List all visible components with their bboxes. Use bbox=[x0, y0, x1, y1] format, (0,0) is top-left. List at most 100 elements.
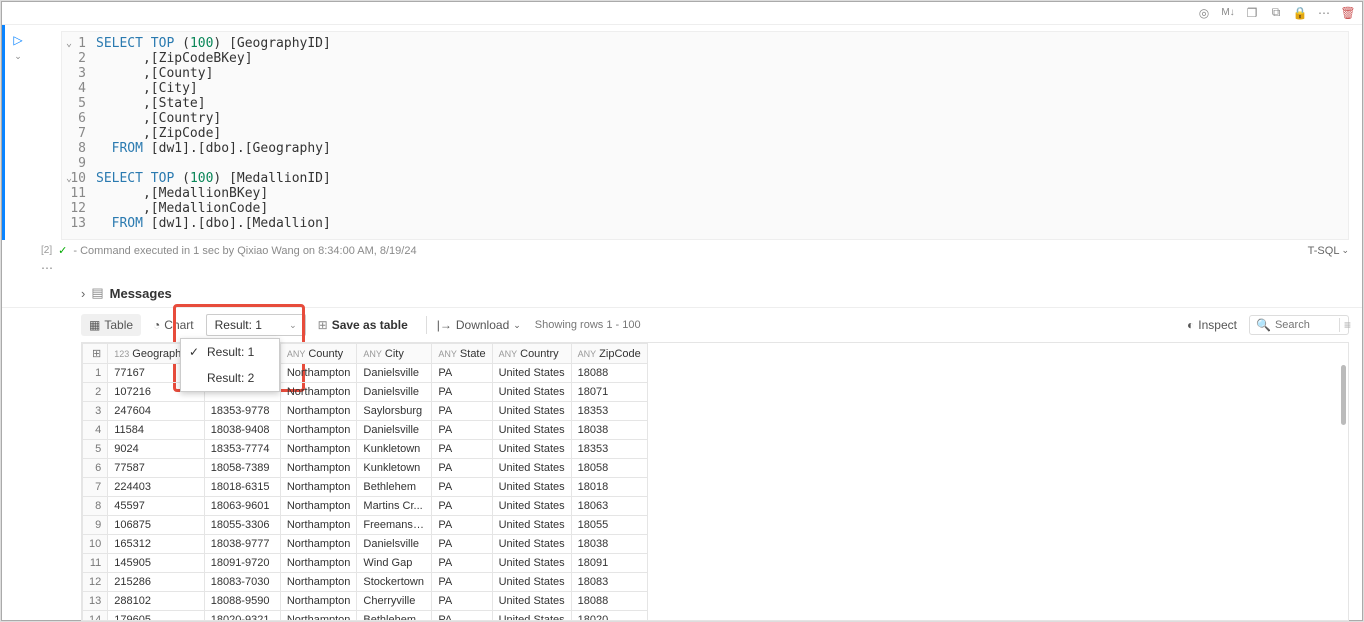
table-row[interactable]: 177167NorthamptonDanielsvillePAUnited St… bbox=[83, 364, 648, 383]
tab-chart[interactable]: ◔ Chart bbox=[145, 314, 202, 336]
cell: Kunkletown bbox=[357, 440, 432, 459]
cell: United States bbox=[492, 573, 571, 592]
delete-icon[interactable]: 🗑 bbox=[1341, 6, 1355, 20]
messages-icon: ▤ bbox=[91, 285, 103, 301]
result-option[interactable]: Result: 2 bbox=[181, 365, 279, 391]
column-header[interactable]: ANYCounty bbox=[280, 344, 357, 364]
run-dropdown-icon[interactable]: ⌄ bbox=[14, 51, 22, 62]
column-header[interactable]: ANYZipCode bbox=[571, 344, 647, 364]
cell: 18058 bbox=[571, 459, 647, 478]
cell: PA bbox=[432, 440, 492, 459]
cell: 18091 bbox=[571, 554, 647, 573]
cell: Martins Cr... bbox=[357, 497, 432, 516]
cell: Northampton bbox=[280, 459, 357, 478]
cell: United States bbox=[492, 383, 571, 402]
cell: 18088 bbox=[571, 592, 647, 611]
result-option[interactable]: ✓Result: 1 bbox=[181, 339, 279, 365]
table-icon: ▦ bbox=[89, 318, 100, 332]
cell: PA bbox=[432, 421, 492, 440]
tab-table[interactable]: ▦ Table bbox=[81, 314, 141, 336]
cell: 18058-7389 bbox=[204, 459, 280, 478]
search-input-wrap[interactable]: 🔍 ≡ bbox=[1249, 315, 1349, 335]
cell: Cherryville bbox=[357, 592, 432, 611]
more-dots[interactable]: ⋯ bbox=[1, 261, 1363, 275]
chevron-down-icon: ⌄ bbox=[289, 320, 297, 331]
cell: Northampton bbox=[280, 554, 357, 573]
cell: Saylorsburg bbox=[357, 402, 432, 421]
cell: United States bbox=[492, 459, 571, 478]
bookmark-icon[interactable]: ❐ bbox=[1245, 6, 1259, 20]
cell: United States bbox=[492, 516, 571, 535]
scrollbar-thumb[interactable] bbox=[1341, 365, 1346, 425]
cell: 18038-9408 bbox=[204, 421, 280, 440]
cell: 18353-9778 bbox=[204, 402, 280, 421]
table-row[interactable]: 2107216NorthamptonDanielsvillePAUnited S… bbox=[83, 383, 648, 402]
cell-index: [2] bbox=[41, 245, 52, 256]
search-input[interactable] bbox=[1275, 319, 1335, 331]
table-row[interactable]: 910687518055-3306NorthamptonFreemansb...… bbox=[83, 516, 648, 535]
check-icon: ✓ bbox=[58, 244, 67, 257]
table-row[interactable]: 5902418353-7774NorthamptonKunkletownPAUn… bbox=[83, 440, 648, 459]
column-header[interactable]: ANYState bbox=[432, 344, 492, 364]
divider bbox=[426, 316, 427, 334]
table-row[interactable]: 722440318018-6315NorthamptonBethlehemPAU… bbox=[83, 478, 648, 497]
cell: 165312 bbox=[108, 535, 204, 554]
inspect-button[interactable]: ◐ Inspect bbox=[1187, 318, 1237, 332]
column-header[interactable]: ANYCountry bbox=[492, 344, 571, 364]
cell: Northampton bbox=[280, 573, 357, 592]
cell: Northampton bbox=[280, 535, 357, 554]
cell: 247604 bbox=[108, 402, 204, 421]
result-select[interactable]: Result: 1 ⌄ bbox=[206, 314, 306, 336]
code-editor[interactable]: 1⌄SELECT TOP (100) [GeographyID]2 ,[ZipC… bbox=[61, 31, 1349, 240]
cell: United States bbox=[492, 364, 571, 383]
cell: United States bbox=[492, 421, 571, 440]
toolbar: ◎ M↓ ❐ ⧉ 🔒 ⋯ 🗑 bbox=[1, 1, 1363, 25]
table-row[interactable]: 324760418353-9778NorthamptonSaylorsburgP… bbox=[83, 402, 648, 421]
result-dropdown-menu: ✓Result: 1Result: 2 bbox=[180, 338, 280, 392]
table-row[interactable]: 1221528618083-7030NorthamptonStockertown… bbox=[83, 573, 648, 592]
table-row[interactable]: 67758718058-7389NorthamptonKunkletownPAU… bbox=[83, 459, 648, 478]
messages-expand-icon[interactable]: › bbox=[81, 286, 85, 301]
table-row[interactable]: 1328810218088-9590NorthamptonCherryville… bbox=[83, 592, 648, 611]
status-text: - Command executed in 1 sec by Qixiao Wa… bbox=[73, 245, 416, 257]
lock-icon[interactable]: 🔒 bbox=[1293, 6, 1307, 20]
copy-icon[interactable]: ⧉ bbox=[1269, 6, 1283, 20]
cell: Danielsville bbox=[357, 383, 432, 402]
cell: 11584 bbox=[108, 421, 204, 440]
select-all-corner[interactable]: ⊞ bbox=[83, 344, 108, 364]
cell: Northampton bbox=[280, 440, 357, 459]
cell: PA bbox=[432, 535, 492, 554]
record-icon[interactable]: ◎ bbox=[1197, 6, 1211, 20]
cell: Stockertown bbox=[357, 573, 432, 592]
cell: PA bbox=[432, 478, 492, 497]
cell: United States bbox=[492, 402, 571, 421]
table-row[interactable]: 1114590518091-9720NorthamptonWind GapPAU… bbox=[83, 554, 648, 573]
download-button[interactable]: |→ Download ⌄ bbox=[437, 318, 521, 332]
cell: 179605 bbox=[108, 611, 204, 622]
save-as-table-button[interactable]: ⊞ Save as table bbox=[310, 314, 416, 336]
cell: 18038 bbox=[571, 535, 647, 554]
cell: PA bbox=[432, 459, 492, 478]
cell: 18020 bbox=[571, 611, 647, 622]
table-row[interactable]: 84559718063-9601NorthamptonMartins Cr...… bbox=[83, 497, 648, 516]
cell: 18353-7774 bbox=[204, 440, 280, 459]
table-row[interactable]: 41158418038-9408NorthamptonDanielsvilleP… bbox=[83, 421, 648, 440]
table-row[interactable]: 1016531218038-9777NorthamptonDanielsvill… bbox=[83, 535, 648, 554]
run-icon[interactable]: ▷ bbox=[13, 33, 22, 47]
cell: Danielsville bbox=[357, 535, 432, 554]
cell: Northampton bbox=[280, 402, 357, 421]
cell: Northampton bbox=[280, 478, 357, 497]
language-selector[interactable]: T-SQL⌄ bbox=[1308, 245, 1349, 257]
more-icon[interactable]: ⋯ bbox=[1317, 6, 1331, 20]
filter-icon[interactable]: ≡ bbox=[1339, 318, 1351, 332]
cell: 145905 bbox=[108, 554, 204, 573]
table-row[interactable]: 1417960518020-9321NorthamptonBethlehemPA… bbox=[83, 611, 648, 622]
cell: United States bbox=[492, 478, 571, 497]
cell: PA bbox=[432, 516, 492, 535]
cell: Northampton bbox=[280, 611, 357, 622]
cell: PA bbox=[432, 383, 492, 402]
markdown-icon[interactable]: M↓ bbox=[1221, 6, 1235, 20]
column-header[interactable]: ANYCity bbox=[357, 344, 432, 364]
cell: PA bbox=[432, 497, 492, 516]
cell: 224403 bbox=[108, 478, 204, 497]
